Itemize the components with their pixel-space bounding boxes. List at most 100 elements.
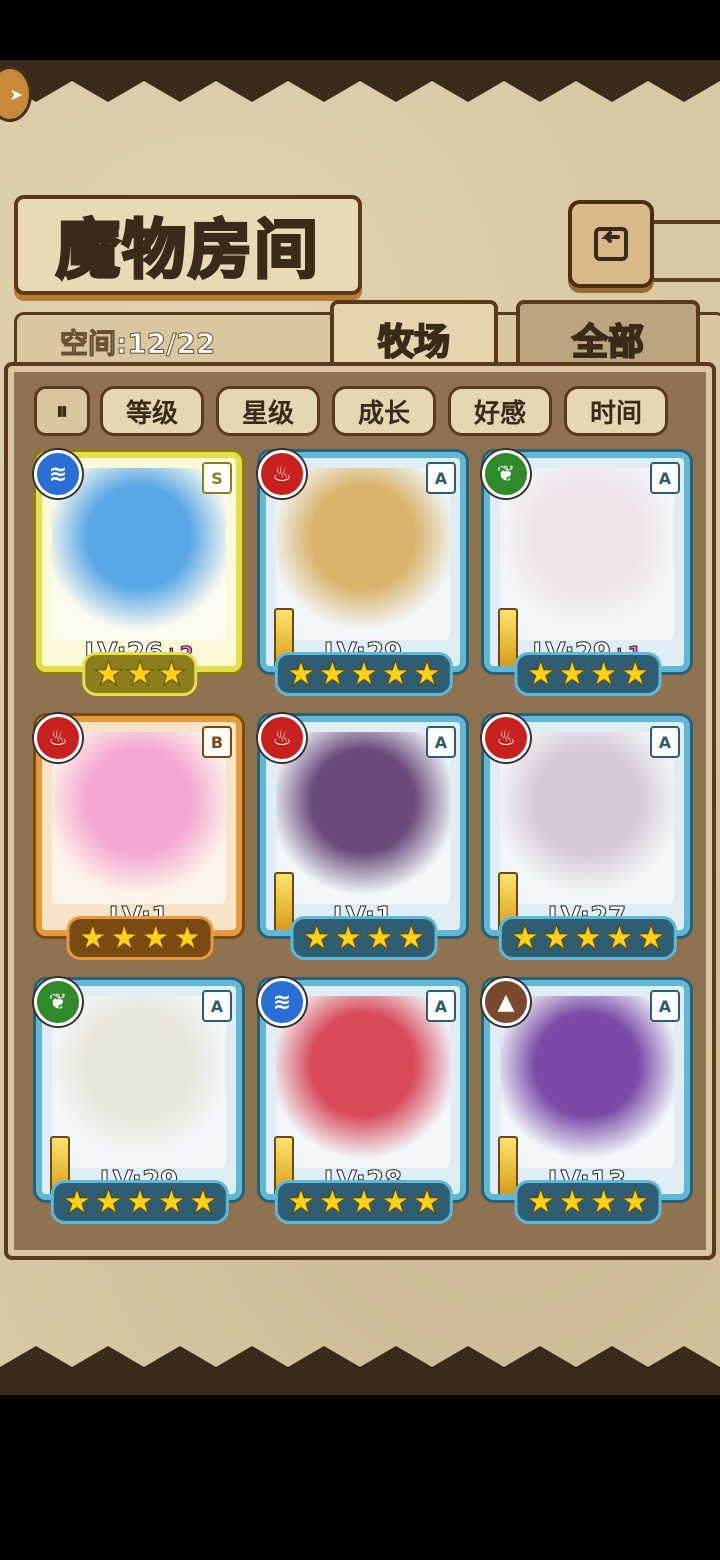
star-icon: ★ [411,654,443,694]
back-button[interactable] [568,200,654,288]
monster-portrait [276,468,450,640]
rank-badge: A [650,462,680,494]
star-icon: ★ [93,654,125,694]
star-icon: ★ [380,1182,412,1222]
monster-portrait [52,468,226,640]
monster-portrait [52,996,226,1168]
torn-edge-bottom [0,1346,720,1395]
star-icon: ★ [317,1182,349,1222]
star-icon: ★ [317,654,349,694]
star-icon: ★ [619,654,651,694]
sort-stars-button[interactable]: 星级 [216,386,320,436]
grass-element-icon: ❦ [34,978,82,1026]
water-element-icon: ≋ [34,450,82,498]
star-icon: ★ [541,918,573,958]
star-icon: ★ [348,654,380,694]
star-icon: ★ [380,654,412,694]
rank-badge: A [426,726,456,758]
monster-card[interactable]: ALV:1♨★★★★ [258,714,468,962]
sort-level-button[interactable]: 等级 [100,386,204,436]
fire-element-icon: ♨ [34,714,82,762]
star-rating: ★ ★ ★ [82,652,198,696]
rank-badge: A [650,990,680,1022]
star-icon: ★ [109,918,141,958]
star-icon: ★ [124,654,156,694]
water-element-icon: ≋ [258,978,306,1026]
monster-portrait [276,732,450,904]
star-icon: ★ [572,918,604,958]
star-rating: ★ ★ ★ ★ [290,916,438,960]
sort-time-button[interactable]: 时间 [564,386,668,436]
star-icon: ★ [140,918,172,958]
star-icon: ★ [557,1182,589,1222]
rank-badge: A [202,990,232,1022]
star-icon: ★ [395,918,427,958]
fire-element-icon: ♨ [482,714,530,762]
star-icon: ★ [588,1182,620,1222]
star-icon: ★ [93,1182,125,1222]
rank-badge: A [426,462,456,494]
return-icon [594,227,628,261]
star-rating: ★ ★ ★ ★ ★ [274,1180,454,1224]
star-rating: ★ ★ ★ ★ ★ [498,916,678,960]
star-icon: ★ [619,1182,651,1222]
fire-element-icon: ♨ [258,450,306,498]
space-counter: 空间:12/22 [59,327,216,361]
star-icon: ★ [156,654,188,694]
fire-element-icon: ♨ [258,714,306,762]
sort-growth-button[interactable]: 成长 [332,386,436,436]
monster-card[interactable]: SLV:26+2≋★★★ [34,450,244,698]
star-icon: ★ [333,918,365,958]
grass-element-icon: ❦ [482,450,530,498]
star-icon: ★ [525,1182,557,1222]
earth-element-icon: ▲ [482,978,530,1026]
star-rating: ★ ★ ★ ★ ★ [274,652,454,696]
monster-portrait [52,732,226,904]
star-icon: ★ [124,1182,156,1222]
sort-affection-button[interactable]: 好感 [448,386,552,436]
rank-badge: B [202,726,232,758]
star-icon: ★ [588,654,620,694]
monster-portrait [500,732,674,904]
monster-card[interactable]: ALV:29+1❦★★★★ [482,450,692,698]
rank-badge: A [650,726,680,758]
star-icon: ★ [187,1182,219,1222]
monster-card[interactable]: ALV:29♨★★★★★ [258,450,468,698]
star-rating: ★ ★ ★ ★ ★ [50,1180,230,1224]
star-rating: ★ ★ ★ ★ [514,1180,662,1224]
star-icon: ★ [285,1182,317,1222]
monster-card[interactable]: ALV:29❦★★★★★ [34,978,244,1226]
star-icon: ★ [301,918,333,958]
sort-order-toggle[interactable]: ⏸ [34,386,90,436]
star-icon: ★ [604,918,636,958]
monster-card[interactable]: ALV:28≋★★★★★ [258,978,468,1226]
star-rating: ★ ★ ★ ★ [66,916,214,960]
sort-filter-bar: ⏸ 等级 星级 成长 好感 时间 [34,386,684,436]
monster-portrait [276,996,450,1168]
star-icon: ★ [61,1182,93,1222]
star-icon: ★ [285,654,317,694]
star-rating: ★ ★ ★ ★ [514,652,662,696]
star-icon: ★ [525,654,557,694]
sort-toggle-icon: ⏸ [56,397,68,425]
rank-badge: S [202,462,232,494]
torn-edge-top [0,60,720,102]
monster-portrait [500,468,674,640]
monster-card[interactable]: BLV:1♨★★★★ [34,714,244,962]
monster-card[interactable]: ALV:27♨★★★★★ [482,714,692,962]
title-board: 魔物房间 [14,195,362,295]
star-icon: ★ [77,918,109,958]
star-icon: ★ [635,918,667,958]
rank-badge: A [426,990,456,1022]
star-icon: ★ [348,1182,380,1222]
star-icon: ★ [411,1182,443,1222]
star-icon: ★ [171,918,203,958]
star-icon: ★ [364,918,396,958]
monster-card[interactable]: ALV:13▲★★★★ [482,978,692,1226]
star-icon: ★ [156,1182,188,1222]
star-icon: ★ [509,918,541,958]
monster-portrait [500,996,674,1168]
page-title: 魔物房间 [55,212,320,290]
arrow-right-icon: ➤ [9,84,23,104]
star-icon: ★ [557,654,589,694]
